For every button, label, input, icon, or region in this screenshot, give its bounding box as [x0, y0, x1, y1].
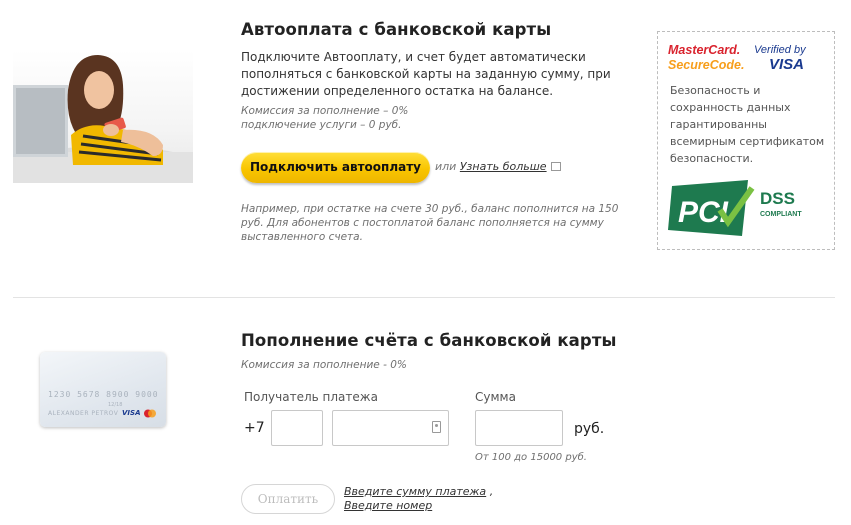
topup-title: Пополнение счёта с банковской карты — [241, 331, 617, 350]
learn-more-link[interactable]: Узнать больше — [460, 160, 547, 173]
operator-code-input[interactable] — [271, 410, 323, 446]
topup-fee-note: Комиссия за пополнение - 0% — [241, 359, 407, 371]
hint-number-row: Введите номер — [344, 499, 432, 512]
autopay-title: Автооплата с банковской карты — [241, 20, 552, 39]
external-window-icon — [550, 162, 561, 171]
pay-button[interactable]: Оплатить — [241, 484, 335, 514]
hint-enter-number-link[interactable]: Введите номер — [344, 499, 432, 512]
recipient-label: Получатель платежа — [244, 390, 378, 404]
autopay-photo — [13, 50, 193, 183]
pci-dss-logo: PCI DSS COMPLIANT — [668, 180, 802, 236]
connect-autopay-button[interactable]: Подключить автооплату — [241, 152, 430, 183]
card-number-text: 1230 5678 8900 9000 — [48, 390, 159, 399]
autopay-example-note: Например, при остатке на счете 30 руб., … — [241, 203, 619, 243]
mastercard-logo-text-1: MasterCard. — [668, 43, 740, 57]
verified-by-visa-logo: Verified by VISA — [754, 44, 807, 73]
visa-logo-text-2: VISA — [769, 56, 804, 73]
country-code-prefix: +7 — [244, 420, 265, 436]
mastercard-logo-text-2: SecureCode. — [668, 58, 744, 72]
section-divider — [13, 297, 835, 298]
hint-separator: , — [489, 485, 494, 498]
bank-card-image: 1230 5678 8900 9000 12/18 ALEXANDER PETR… — [40, 352, 166, 427]
dss-logo-text: DSS — [760, 189, 795, 208]
or-text: или — [435, 160, 457, 173]
hint-enter-amount-link[interactable]: Введите сумму платежа — [344, 485, 486, 498]
compliant-logo-text: COMPLIANT — [760, 211, 802, 218]
amount-input[interactable] — [475, 410, 563, 446]
autopay-description: Подключите Автооплату, и счет будет авто… — [241, 50, 611, 98]
card-holder-text: ALEXANDER PETROV — [48, 410, 119, 417]
card-visa-logo: VISA — [122, 409, 141, 417]
amount-label: Сумма — [475, 390, 516, 404]
hint-amount-row: Введите сумму платежа , — [344, 485, 493, 498]
security-text: Безопасность и сохранность данных гарант… — [670, 84, 825, 165]
contacts-icon[interactable] — [432, 421, 441, 433]
mastercard-securecode-logo: MasterCard. SecureCode. — [668, 43, 744, 72]
woman-with-card-illustration — [13, 55, 193, 183]
security-info-box: MasterCard. SecureCode. Verified by VISA… — [657, 31, 835, 250]
learn-more-row: или Узнать больше — [435, 160, 561, 173]
mastercard-icon — [144, 409, 156, 418]
currency-label: руб. — [574, 421, 605, 437]
autopay-fee-note: Комиссия за пополнение – 0% — [241, 105, 409, 117]
visa-logo-text-1: Verified by — [754, 44, 807, 56]
amount-range-hint: От 100 до 15000 руб. — [475, 452, 587, 463]
card-expiry-text: 12/18 — [108, 402, 123, 408]
autopay-connect-fee-note: подключение услуги – 0 руб. — [241, 119, 402, 131]
